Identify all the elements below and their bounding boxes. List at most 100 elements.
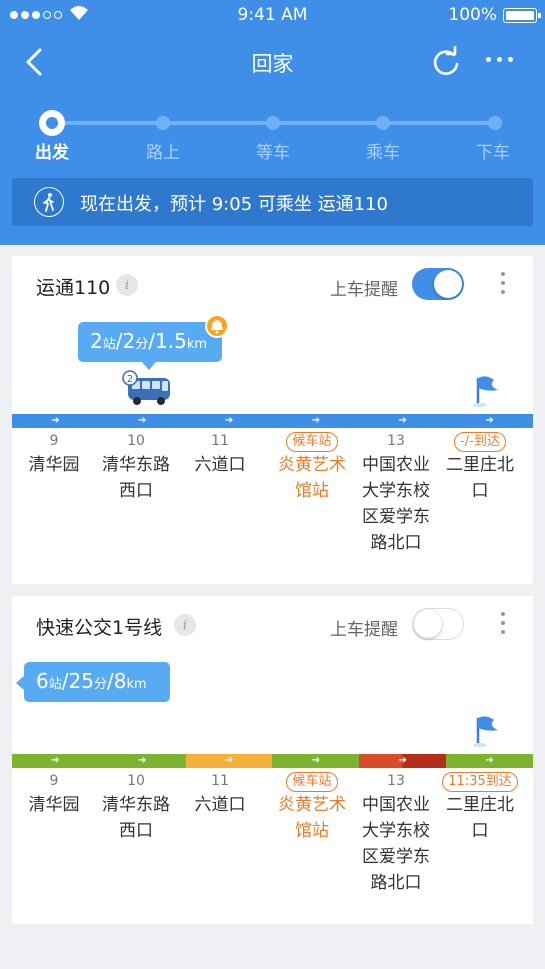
stop-name: 炎黄艺术馆站 <box>278 795 346 841</box>
step-dot-depart <box>39 110 65 136</box>
arrow-right-icon: ➔ <box>311 415 321 426</box>
step-label-depart[interactable]: 出发 <box>12 138 92 163</box>
arrow-right-icon: ➔ <box>224 415 234 426</box>
stop-badge: -/-到达 <box>454 432 506 452</box>
stop-number: 13 <box>387 433 405 449</box>
stop-item[interactable]: 9 清华园 <box>9 430 99 478</box>
route-segment: ➔ <box>12 414 99 428</box>
step-label-onroad[interactable]: 路上 <box>123 138 203 163</box>
stop-name: 六道口 <box>194 795 246 815</box>
arrow-right-icon: ➔ <box>224 755 234 766</box>
stop-name: 中国农业大学东校区爱学东路北口 <box>362 795 430 893</box>
route-segment: ➔ <box>98 754 186 768</box>
route-segment: ➔ <box>185 754 273 768</box>
stop-name: 中国农业大学东校区爱学东路北口 <box>362 455 430 553</box>
stop-number: 13 <box>387 773 405 789</box>
departure-banner: 现在出发，预计 9:05 可乘坐 运通110 <box>12 178 533 226</box>
stop-item[interactable]: 11 六道口 <box>175 770 265 818</box>
route-segment: ➔ <box>185 414 273 428</box>
route-segment: ➔ <box>12 754 99 768</box>
card-more-icon[interactable] <box>501 272 505 294</box>
stop-item[interactable]: -/-到达二里庄北口 <box>435 430 525 504</box>
route-segment: ➔ <box>98 414 186 428</box>
eta-bubble: 6 站/25 分/8 km <box>24 662 170 702</box>
stop-item[interactable]: 11 六道口 <box>175 430 265 478</box>
header: 9:41 AM 100% 回家 出发 路上 等车 乘车 下车 现在出发，预计 9… <box>0 0 545 245</box>
step-dot-ride <box>376 116 390 130</box>
remind-toggle[interactable] <box>412 268 464 300</box>
stop-name: 六道口 <box>194 455 246 475</box>
route-segment: ➔ <box>359 754 447 768</box>
route-progress-bar: ➔ ➔ ➔ ➔ ➔ ➔ <box>12 754 533 768</box>
nav-bar: 回家 <box>0 40 545 84</box>
step-label-ride[interactable]: 乘车 <box>343 138 423 163</box>
stop-name: 二里庄北口 <box>446 795 514 841</box>
arrow-right-icon: ➔ <box>311 755 321 766</box>
route-title: 运通110 <box>36 277 111 299</box>
bus-icon: 2 <box>122 370 170 405</box>
stop-item[interactable]: 10 清华东路西口 <box>91 770 181 844</box>
step-dot-alight <box>488 116 502 130</box>
eta-bubble: 2 站/2 分/1.5 km <box>78 322 222 362</box>
stop-name: 清华园 <box>28 795 80 815</box>
walk-icon <box>34 187 64 217</box>
remind-label: 上车提醒 <box>330 280 398 300</box>
bell-icon <box>205 314 229 338</box>
status-bar: 9:41 AM 100% <box>0 0 545 30</box>
stop-item[interactable]: 13 中国农业大学东校区爱学东路北口 <box>351 430 441 556</box>
step-label-alight[interactable]: 下车 <box>453 138 533 163</box>
battery-percent: 100% <box>448 5 497 25</box>
stop-name: 清华东路西口 <box>102 795 170 841</box>
stop-number: 11 <box>211 773 229 789</box>
info-icon[interactable]: i <box>116 274 138 296</box>
stop-item[interactable]: 13 中国农业大学东校区爱学东路北口 <box>351 770 441 896</box>
route-title: 快速公交1号线 <box>36 617 163 639</box>
stop-name: 清华园 <box>28 455 80 475</box>
battery-icon <box>503 8 541 23</box>
arrow-right-icon: ➔ <box>138 415 147 426</box>
route-segment: ➔ <box>272 754 360 768</box>
stop-name: 清华东路西口 <box>102 455 170 501</box>
route-segment: ➔ <box>446 754 533 768</box>
stop-name: 二里庄北口 <box>446 455 514 501</box>
route-card-1[interactable]: 运通110 i 上车提醒 2 站/2 分/1.5 km 2 ➔ ➔ ➔ ➔ ➔ ➔ 9 清华园 10… <box>12 256 533 584</box>
svg-text:2: 2 <box>127 374 133 385</box>
stop-number: 9 <box>49 773 59 789</box>
route-progress-bar: ➔ ➔ ➔ ➔ ➔ ➔ <box>12 414 533 428</box>
step-dot-wait <box>266 116 280 130</box>
route-card-2[interactable]: 快速公交1号线 i 上车提醒 6 站/25 分/8 km ➔ ➔ ➔ ➔ ➔ ➔ 9 清华园 10 清… <box>12 596 533 924</box>
stop-number: 9 <box>49 433 59 449</box>
stop-badge: 候车站 <box>286 772 338 792</box>
stop-item[interactable]: 候车站 炎黄艺术馆站 <box>267 770 357 844</box>
bubble-tail <box>16 676 24 690</box>
arrow-right-icon: ➔ <box>398 755 407 766</box>
arrow-right-icon: ➔ <box>485 755 494 766</box>
refresh-icon[interactable] <box>430 46 462 78</box>
stop-badge: 11:35到达 <box>442 772 518 792</box>
card-more-icon[interactable] <box>501 612 505 634</box>
arrow-right-icon: ➔ <box>138 755 147 766</box>
stop-badge: 候车站 <box>286 432 338 452</box>
arrow-right-icon: ➔ <box>51 755 60 766</box>
stop-number: 10 <box>127 433 145 449</box>
route-segment: ➔ <box>359 414 447 428</box>
destination-flag-icon <box>473 376 498 407</box>
route-segment: ➔ <box>446 414 533 428</box>
step-dot-onroad <box>156 116 170 130</box>
banner-text: 现在出发，预计 9:05 可乘坐 运通110 <box>80 194 388 215</box>
stop-item[interactable]: 9 清华园 <box>9 770 99 818</box>
destination-flag-icon <box>473 716 498 747</box>
remind-label: 上车提醒 <box>330 620 398 640</box>
info-icon[interactable]: i <box>174 614 196 636</box>
arrow-right-icon: ➔ <box>398 415 407 426</box>
arrow-right-icon: ➔ <box>51 415 60 426</box>
more-button[interactable] <box>486 57 513 62</box>
stop-item[interactable]: 11:35到达二里庄北口 <box>435 770 525 844</box>
stop-number: 11 <box>211 433 229 449</box>
stop-item[interactable]: 10 清华东路西口 <box>91 430 181 504</box>
remind-toggle[interactable] <box>412 608 464 640</box>
arrow-right-icon: ➔ <box>485 415 494 426</box>
stop-item[interactable]: 候车站 炎黄艺术馆站 <box>267 430 357 504</box>
step-label-wait[interactable]: 等车 <box>233 138 313 163</box>
route-segment: ➔ <box>272 414 360 428</box>
